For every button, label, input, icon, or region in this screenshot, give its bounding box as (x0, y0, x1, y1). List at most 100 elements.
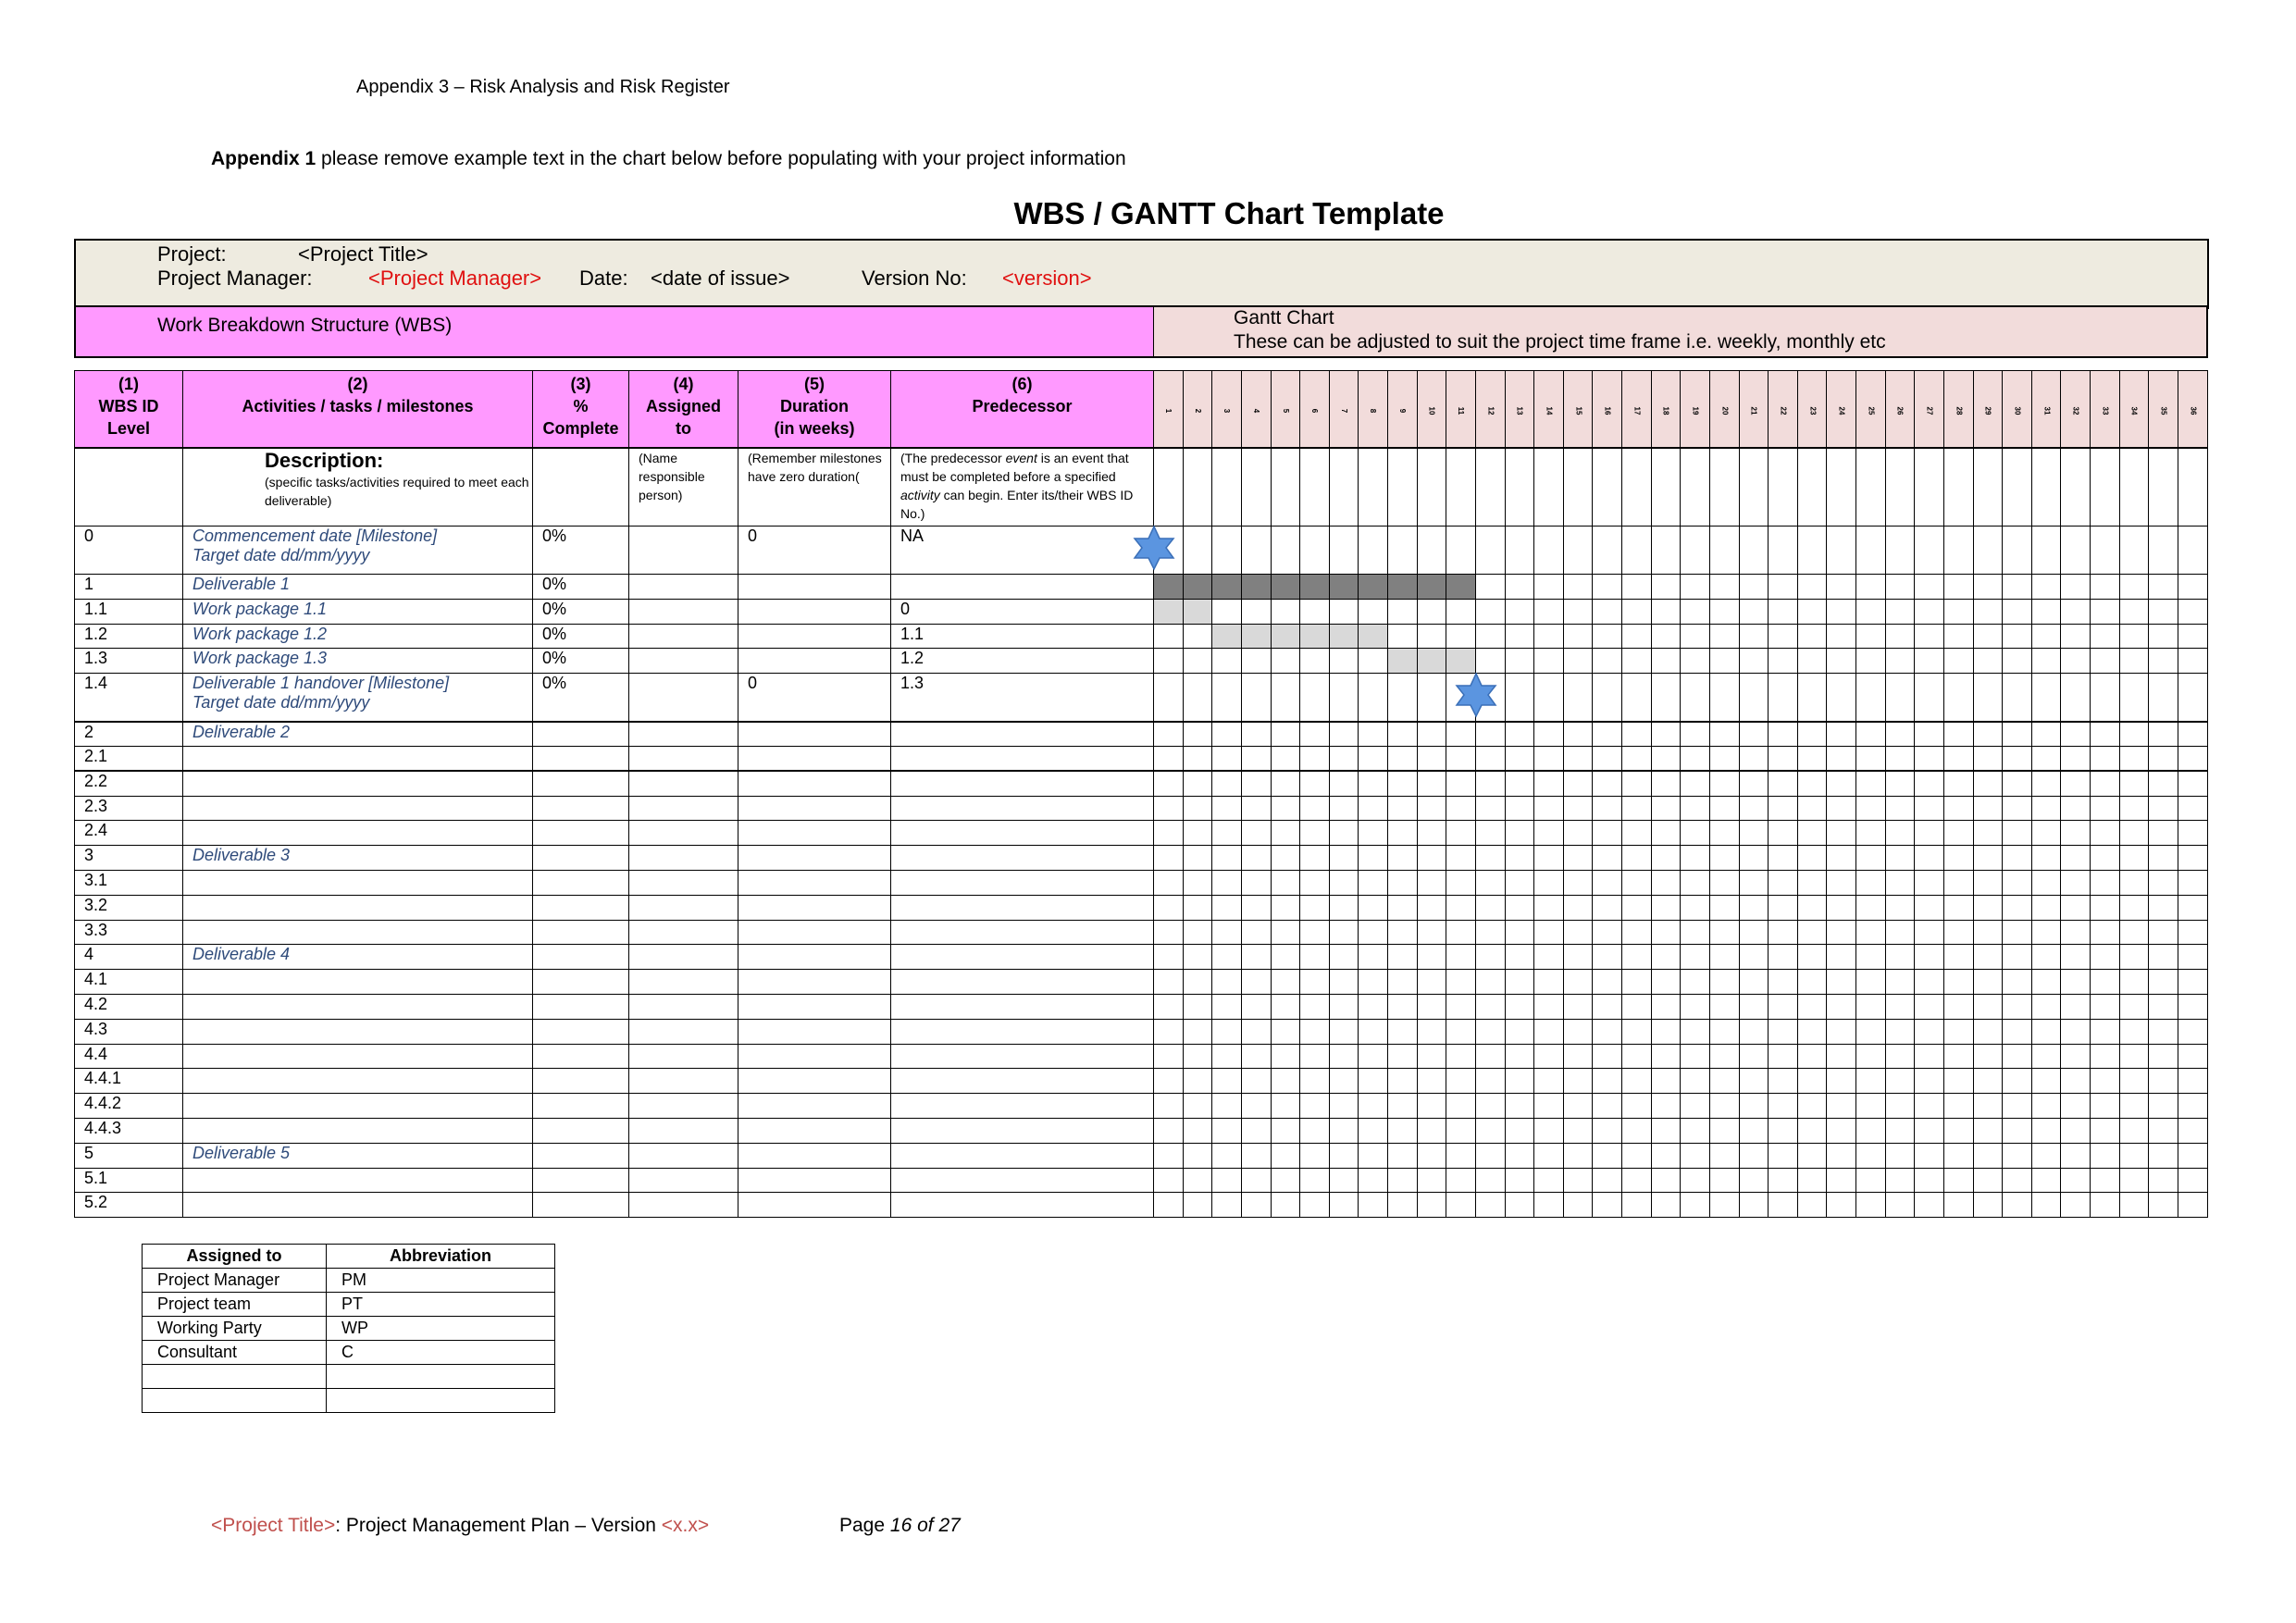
duration-cell[interactable] (738, 574, 891, 600)
gantt-cell[interactable] (1153, 648, 1184, 675)
gantt-cell[interactable] (1942, 1093, 1974, 1119)
gantt-cell[interactable] (1416, 869, 1447, 896)
gantt-cell[interactable] (1474, 623, 1506, 650)
gantt-cell[interactable] (1914, 770, 1944, 797)
gantt-cell[interactable] (1884, 598, 1916, 625)
activity-cell[interactable] (182, 1043, 533, 1070)
gantt-cell[interactable] (1621, 770, 1652, 797)
gantt-cell[interactable] (1592, 919, 1622, 946)
gantt-cell[interactable] (1738, 1068, 1769, 1095)
gantt-cell[interactable] (1240, 745, 1272, 772)
gantt-cell[interactable] (1884, 1043, 1916, 1070)
predecessor-cell[interactable]: 1.3 (890, 673, 1154, 723)
gantt-cell[interactable] (1826, 598, 1856, 625)
duration-cell[interactable] (738, 894, 891, 921)
gantt-cell[interactable] (1738, 845, 1769, 871)
gantt-cell[interactable] (1855, 623, 1886, 650)
gantt-cell[interactable] (1592, 1068, 1622, 1095)
gantt-cell[interactable] (1708, 598, 1740, 625)
predecessor-cell[interactable] (890, 1043, 1154, 1070)
gantt-cell[interactable] (1153, 1093, 1184, 1119)
gantt-cell[interactable] (1972, 894, 2004, 921)
gantt-cell[interactable] (2090, 598, 2120, 625)
gantt-cell[interactable] (1474, 820, 1506, 847)
predecessor-cell[interactable] (890, 1018, 1154, 1045)
gantt-cell[interactable] (1240, 673, 1272, 723)
gantt-cell[interactable] (2118, 721, 2150, 747)
duration-cell[interactable] (738, 820, 891, 847)
assigned-cell[interactable] (628, 845, 738, 871)
gantt-cell[interactable] (1855, 1117, 1886, 1144)
gantt-cell[interactable] (1299, 770, 1330, 797)
gantt-cell[interactable] (1562, 795, 1594, 822)
gantt-cell[interactable] (2002, 820, 2032, 847)
gantt-cell[interactable] (2090, 845, 2120, 871)
gantt-cell[interactable] (1387, 721, 1418, 747)
gantt-cell[interactable] (1796, 969, 1828, 995)
gantt-cell[interactable] (1855, 869, 1886, 896)
gantt-cell[interactable] (1504, 795, 1535, 822)
gantt-cell[interactable] (1942, 1043, 1974, 1070)
gantt-cell[interactable] (1562, 574, 1594, 600)
gantt-cell[interactable] (1884, 770, 1916, 797)
percent-complete-cell[interactable] (532, 1167, 629, 1194)
gantt-cell[interactable] (1796, 820, 1828, 847)
gantt-cell[interactable] (1299, 845, 1330, 871)
gantt-cell[interactable] (1328, 673, 1359, 723)
gantt-cell[interactable] (1533, 745, 1564, 772)
gantt-cell[interactable] (1562, 673, 1594, 723)
gantt-cell[interactable] (1270, 845, 1301, 871)
gantt-cell[interactable] (2002, 869, 2032, 896)
gantt-cell[interactable] (1446, 820, 1476, 847)
gantt-cell[interactable] (1738, 1167, 1769, 1194)
gantt-cell[interactable] (1182, 969, 1213, 995)
gantt-cell[interactable] (1328, 820, 1359, 847)
gantt-cell[interactable] (1387, 1192, 1418, 1219)
gantt-cell[interactable] (1446, 770, 1476, 797)
percent-complete-cell[interactable] (532, 993, 629, 1020)
gantt-cell[interactable] (2030, 1043, 2062, 1070)
percent-complete-cell[interactable] (532, 1192, 629, 1219)
wbs-id-cell[interactable]: 3 (74, 845, 183, 871)
gantt-cell[interactable] (1738, 1043, 1769, 1070)
gantt-cell[interactable] (2002, 648, 2032, 675)
gantt-cell[interactable] (2177, 598, 2208, 625)
gantt-cell[interactable] (1621, 673, 1652, 723)
gantt-cell[interactable] (1650, 1093, 1682, 1119)
gantt-cell[interactable] (1416, 894, 1447, 921)
gantt-cell[interactable] (2002, 944, 2032, 971)
gantt-cell[interactable] (1768, 1142, 1798, 1169)
gantt-cell[interactable] (1796, 1142, 1828, 1169)
duration-cell[interactable] (738, 993, 891, 1020)
gantt-cell[interactable] (1914, 919, 1944, 946)
gantt-cell[interactable] (2090, 969, 2120, 995)
gantt-cell[interactable] (1708, 1167, 1740, 1194)
gantt-cell[interactable] (1826, 993, 1856, 1020)
wbs-id-cell[interactable]: 5.2 (74, 1192, 183, 1219)
gantt-cell[interactable] (1738, 673, 1769, 723)
gantt-cell[interactable] (1826, 574, 1856, 600)
gantt-cell[interactable] (1504, 673, 1535, 723)
gantt-cell[interactable] (1474, 1068, 1506, 1095)
assigned-cell[interactable] (628, 869, 738, 896)
assigned-cell[interactable] (628, 623, 738, 650)
gantt-cell[interactable] (1942, 993, 1974, 1020)
gantt-cell[interactable] (1796, 648, 1828, 675)
gantt-cell[interactable] (1211, 598, 1242, 625)
gantt-cell[interactable] (2002, 795, 2032, 822)
gantt-cell[interactable] (1914, 721, 1944, 747)
activity-cell[interactable]: Deliverable 3 (182, 845, 533, 871)
gantt-cell[interactable] (2148, 795, 2178, 822)
gantt-cell[interactable] (1270, 993, 1301, 1020)
gantt-cell[interactable] (2002, 623, 2032, 650)
gantt-bar-cell[interactable] (1299, 574, 1330, 600)
activity-cell[interactable] (182, 993, 533, 1020)
gantt-cell[interactable] (1884, 1117, 1916, 1144)
gantt-cell[interactable] (2148, 673, 2178, 723)
gantt-cell[interactable] (1474, 894, 1506, 921)
gantt-cell[interactable] (1708, 1192, 1740, 1219)
gantt-cell[interactable] (1211, 1142, 1242, 1169)
gantt-cell[interactable] (1826, 894, 1856, 921)
gantt-cell[interactable] (1855, 1192, 1886, 1219)
gantt-cell[interactable] (1680, 919, 1710, 946)
